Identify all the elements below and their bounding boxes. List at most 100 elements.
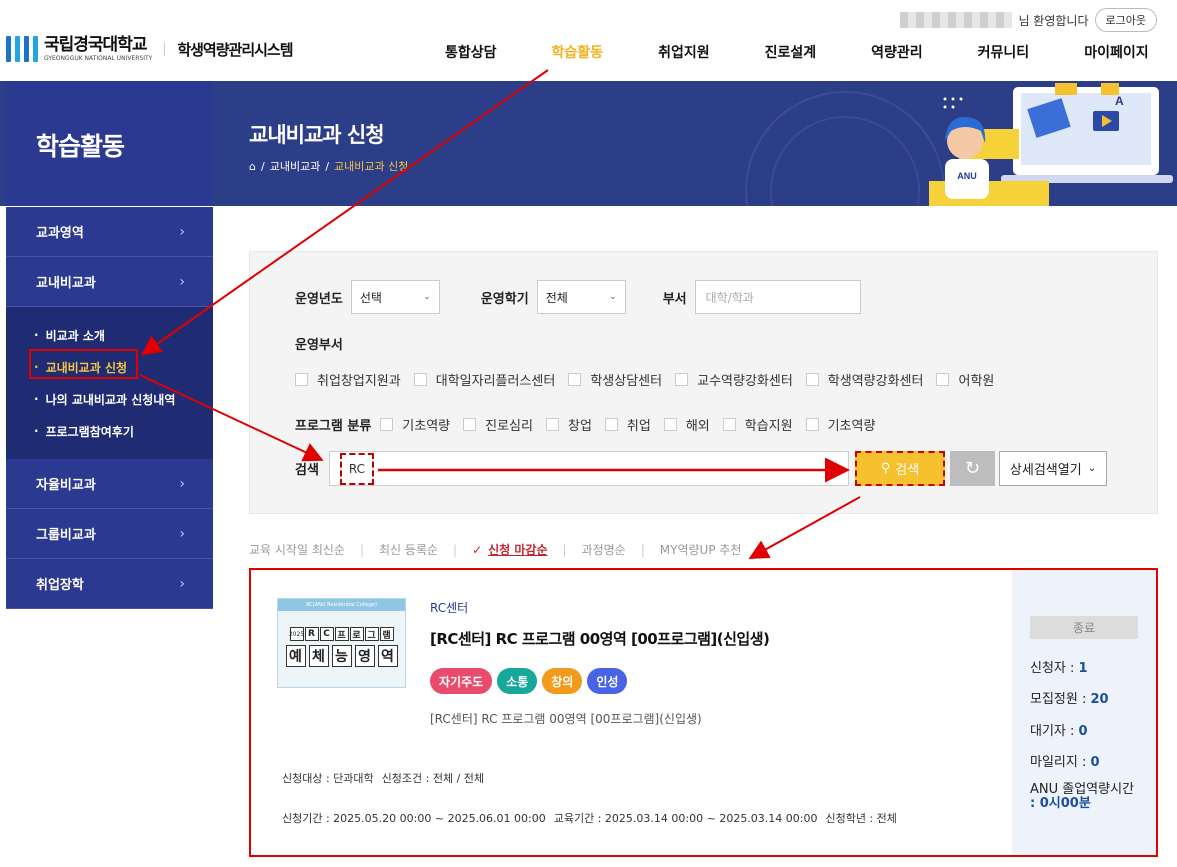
keyword-row: 검색 RC [295, 451, 849, 486]
org-checkbox[interactable]: 학생상담센터 [568, 370, 662, 389]
banner-section-box: 학습활동 [6, 81, 213, 206]
reset-button[interactable]: ↻ [950, 451, 995, 486]
search-panel: 운영년도 선택 ⌄ 운영학기 전체 ⌄ 부서 대학/학과 운영부서 취업창업지원과 … [249, 251, 1158, 514]
page-root: 님 환영합니다 로그아웃 국립경국대학교 GYEONGGUK NATIONAL … [0, 0, 1177, 867]
anu-time-stat: ANU 졸업역량시간: 0시00분 [1030, 782, 1135, 811]
capacity-stat: 모집정원 : 20 [1030, 692, 1109, 707]
sidebar-submenu: · 비교과 소개 · 교내비교과 신청 · 나의 교내비교과 신청내역 · 프로그램참여… [6, 307, 213, 459]
category-checkbox[interactable]: 진로심리 [463, 415, 533, 434]
applicants-stat: 신청자 : 1 [1030, 661, 1088, 676]
org-checkbox[interactable]: 학생역량강화센터 [805, 370, 923, 389]
chevron-right-icon: › [179, 575, 185, 592]
submenu-intro[interactable]: · 비교과 소개 [6, 319, 213, 351]
search-button[interactable]: ⚲ 검색 [855, 451, 945, 486]
status-badge: 종료 [1030, 616, 1138, 639]
main-nav: 통합상담 학습활동 취업지원 진로설계 역량관리 커뮤니티 마이페이지 [445, 42, 1149, 62]
category-checkbox[interactable]: 해외 [663, 415, 710, 434]
page-title: 교내비교과 신청 [249, 123, 385, 147]
user-name-blurred [900, 12, 1013, 28]
nav-item-learning[interactable]: 학습활동 [552, 42, 604, 62]
org-label: 운영부서 [295, 338, 343, 353]
sort-option[interactable]: 교육 시작일 최신순 [249, 541, 345, 558]
submenu-my-applications[interactable]: · 나의 교내비교과 신청내역 [6, 383, 213, 415]
filter-row-1: 운영년도 선택 ⌄ 운영학기 전체 ⌄ 부서 대학/학과 [295, 280, 861, 314]
home-icon[interactable]: ⌂ [249, 160, 256, 173]
logout-button[interactable]: 로그아웃 [1094, 8, 1157, 32]
org-checkbox[interactable]: 대학일자리플러스센터 [413, 370, 555, 389]
submenu-reviews[interactable]: · 프로그램참여후기 [6, 415, 213, 447]
sort-option-active[interactable]: 신청 마감순 [488, 541, 547, 558]
sort-options: 교육 시작일 최신순 | 최신 등록순 | ✓ 신청 마감순 | 과정명순 | … [249, 541, 742, 558]
logo-divider [164, 42, 166, 56]
org-checkbox[interactable]: 교수역량강화센터 [675, 370, 793, 389]
category-checkbox[interactable]: 기초역량 [380, 415, 450, 434]
chevron-right-icon: › [179, 273, 185, 290]
nav-item-career[interactable]: 진로설계 [765, 42, 817, 62]
chevron-right-icon: › [179, 525, 185, 542]
nav-item-competency[interactable]: 역량관리 [871, 42, 923, 62]
year-label: 운영년도 [295, 291, 343, 307]
system-name: 학생역량관리시스템 [177, 40, 293, 59]
org-checkboxes: 취업창업지원과 대학일자리플러스센터 학생상담센터 교수역량강화센터 학생역량강… [295, 370, 1007, 389]
nav-item-community[interactable]: 커뮤니티 [978, 42, 1030, 62]
program-target-info: 신청대상 : 단과대학 신청조건 : 전체 / 전체 [282, 772, 485, 785]
category-checkbox[interactable]: 창업 [545, 415, 592, 434]
mileage-stat: 마일리지 : 0 [1030, 755, 1100, 770]
org-label-row: 운영부서 [295, 334, 351, 353]
program-period-info: 신청기간 : 2025.05.20 00:00 ~ 2025.06.01 00:… [282, 812, 897, 825]
program-description: [RC센터] RC 프로그램 00영역 [00프로그램](신입생) [430, 712, 702, 726]
semester-select[interactable]: 전체 ⌄ [536, 280, 626, 314]
category-row: 프로그램 분류 기초역량 진로심리 창업 취업 해외 학습지원 기초역량 [295, 415, 888, 434]
search-icon: ⚲ [880, 461, 891, 476]
sort-option[interactable]: 최신 등록순 [379, 541, 438, 558]
semester-label: 운영학기 [480, 291, 529, 307]
sort-option[interactable]: 과정명순 [582, 541, 626, 558]
sidebar-item-group[interactable]: 그룹비교과 › [6, 509, 213, 559]
sidebar: 교과영역 › 교내비교과 › · 비교과 소개 · 교내비교과 신청 · 나의 교내비교과… [6, 207, 213, 609]
section-title: 학습활동 [36, 132, 125, 161]
year-select[interactable]: 선택 ⌄ [350, 280, 440, 314]
check-icon: ✓ [472, 542, 483, 557]
refresh-icon: ↻ [964, 458, 981, 479]
sidebar-item-self-directed[interactable]: 자율비교과 › [6, 459, 213, 509]
keyword-label: 검색 [295, 463, 319, 478]
logo-english: GYEONGGUK NATIONAL UNIVERSITY [44, 54, 153, 62]
competency-tags: 자기주도 소통 창의 인성 [430, 668, 632, 694]
sidebar-item-extracurricular[interactable]: 교내비교과 › [6, 257, 213, 307]
category-checkbox[interactable]: 취업 [604, 415, 651, 434]
program-title[interactable]: [RC센터] RC 프로그램 00영역 [00프로그램](신입생) [430, 628, 770, 649]
program-card[interactable]: RC(ANU Residential College) 2025 R C 프 로… [249, 568, 1158, 857]
dept-input[interactable]: 대학/학과 [694, 280, 861, 314]
tag-badge: 자기주도 [430, 668, 493, 694]
breadcrumb-item[interactable]: 교내비교과 [270, 158, 321, 174]
nav-item-counseling[interactable]: 통합상담 [445, 42, 497, 62]
waiting-stat: 대기자 : 0 [1030, 724, 1088, 739]
advanced-search-button[interactable]: 상세검색열기 ⌄ [999, 451, 1107, 486]
chevron-right-icon: › [179, 223, 185, 240]
keyword-input[interactable]: RC [328, 451, 849, 486]
tag-badge: 인성 [587, 668, 628, 694]
sort-option[interactable]: MY역량UP 추천 [660, 541, 742, 558]
page-banner: 학습활동 교내비교과 신청 ⌂ / 교내비교과 / 교내비교과 신청 ANU A [0, 81, 1177, 206]
program-stats: 종료 신청자 : 1 모집정원 : 20 대기자 : 0 마일리지 : 0 AN… [1012, 570, 1156, 855]
category-checkbox[interactable]: 학습지원 [722, 415, 793, 434]
org-checkbox[interactable]: 어학원 [936, 370, 994, 389]
sidebar-item-scholarship[interactable]: 취업장학 › [6, 559, 213, 609]
category-checkbox[interactable]: 기초역량 [805, 415, 875, 434]
student-laptop-illustration: ANU A [929, 83, 1173, 206]
nav-item-employment[interactable]: 취업지원 [658, 42, 710, 62]
tag-badge: 창의 [542, 668, 583, 694]
org-checkbox[interactable]: 취업창업지원과 [295, 370, 401, 389]
user-bar: 님 환영합니다 로그아웃 [900, 8, 1157, 32]
annotation-box-sidebar [29, 349, 138, 379]
logo-mark-icon [6, 36, 38, 62]
welcome-text: 님 환영합니다 [1018, 13, 1089, 28]
chevron-down-icon: ⌄ [423, 292, 431, 302]
svg-text:ANU: ANU [957, 171, 977, 181]
dept-label: 부서 [662, 291, 687, 307]
sidebar-item-curricular[interactable]: 교과영역 › [6, 207, 213, 257]
svg-text:A: A [1115, 94, 1124, 108]
chevron-right-icon: › [179, 475, 185, 492]
nav-item-mypage[interactable]: 마이페이지 [1084, 42, 1148, 62]
site-logo[interactable]: 국립경국대학교 GYEONGGUK NATIONAL UNIVERSITY 학생… [6, 36, 294, 62]
